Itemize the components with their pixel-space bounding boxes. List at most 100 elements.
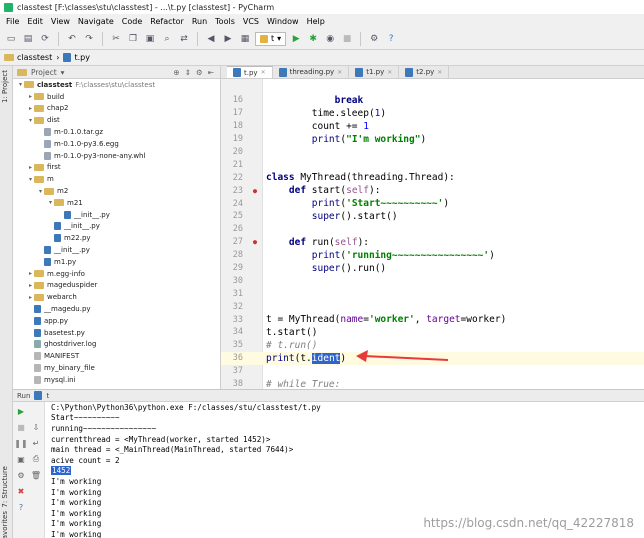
tree-item[interactable]: m22.py (13, 232, 220, 244)
redo-icon[interactable]: ↷ (82, 32, 96, 46)
menu-run[interactable]: Run (188, 17, 211, 26)
tree-item[interactable]: m1.py (13, 256, 220, 268)
menu-vcs[interactable]: VCS (239, 17, 263, 26)
breadcrumb-file[interactable]: t.py (63, 53, 90, 62)
code-line[interactable]: 18 count += 1 (221, 120, 644, 133)
project-side-tab[interactable]: 1: Project (1, 70, 9, 103)
code-line[interactable]: 27 ● def run(self): (221, 236, 644, 249)
code-line[interactable]: 17 time.sleep(1) (221, 107, 644, 120)
tree-item[interactable]: ▸ webarch (13, 291, 220, 303)
tree-item[interactable]: m-0.1.0-py3-none-any.whl (13, 150, 220, 162)
code-line[interactable]: 25 super().start() (221, 210, 644, 223)
forward-icon[interactable]: ▶ (221, 32, 235, 46)
menu-window[interactable]: Window (263, 17, 303, 26)
code-line[interactable]: 32 (221, 300, 644, 313)
tree-item[interactable]: __init__.py (13, 221, 220, 233)
build-icon[interactable]: ▦ (238, 32, 252, 46)
code-line[interactable]: 37 (221, 365, 644, 378)
tree-item[interactable]: ▸ chap2 (13, 103, 220, 115)
soft-wrap-icon[interactable]: ↵ (31, 438, 41, 448)
code-line[interactable]: 21 (221, 158, 644, 171)
expand-arrow-icon[interactable]: ▸ (27, 164, 34, 171)
menu-file[interactable]: File (2, 17, 23, 26)
run-config-select[interactable]: t ▾ (255, 31, 287, 46)
code-line[interactable]: 35 # t.run() (221, 339, 644, 352)
code-editor[interactable]: 16 break 17 time.sleep(1) 18 count += 1 19 … (221, 79, 644, 389)
code-line[interactable]: 20 (221, 146, 644, 159)
collapse-icon[interactable]: ⇕ (185, 68, 191, 77)
menu-edit[interactable]: Edit (23, 17, 47, 26)
tree-item[interactable]: MANIFEST (13, 350, 220, 362)
menu-help[interactable]: Help (303, 17, 329, 26)
expand-arrow-icon[interactable]: ▾ (37, 188, 44, 195)
code-line[interactable]: 34 t.start() (221, 326, 644, 339)
tab-t1-py[interactable]: t1.py ✕ (349, 66, 400, 78)
settings-icon[interactable]: ⚙ (367, 32, 381, 46)
tree-item[interactable]: ▸ build (13, 91, 220, 103)
tree-item[interactable]: m-0.1.0-py3.6.egg (13, 138, 220, 150)
replace-icon[interactable]: ⇄ (177, 32, 191, 46)
help-icon[interactable]: ? (384, 32, 398, 46)
trash-icon[interactable]: 🗑 (31, 470, 41, 480)
open-folder-icon[interactable]: ▭ (4, 32, 18, 46)
code-line[interactable]: 30 (221, 274, 644, 287)
expand-arrow-icon[interactable]: ▾ (17, 81, 24, 88)
target-icon[interactable]: ⊕ (173, 68, 179, 77)
coverage-icon[interactable]: ◉ (323, 32, 337, 46)
code-line[interactable]: 29 super().run() (221, 262, 644, 275)
tree-item[interactable]: ▸ m.egg-info (13, 268, 220, 280)
find-icon[interactable]: ⌕ (160, 32, 174, 46)
tab-threading-py[interactable]: threading.py ✕ (273, 66, 350, 78)
tree-item[interactable]: ▾ m21 (13, 197, 220, 209)
favorites-side-tab[interactable]: Favorites (1, 511, 9, 538)
code-line[interactable]: 31 (221, 287, 644, 300)
code-line[interactable]: 38 # while True: (221, 378, 644, 389)
tree-item[interactable]: __init__.py (13, 209, 220, 221)
code-line[interactable]: 36 print(t.ident) (221, 351, 644, 365)
menu-tools[interactable]: Tools (211, 17, 239, 26)
tree-item[interactable]: my_binary_file (13, 362, 220, 374)
code-line[interactable]: 16 break (221, 94, 644, 107)
stop-icon[interactable]: ■ (340, 32, 354, 46)
breadcrumb-project[interactable]: classtest (4, 53, 52, 62)
gear-icon[interactable]: ⚙ (196, 68, 203, 77)
pin-icon[interactable]: ✖ (16, 486, 26, 496)
menu-code[interactable]: Code (118, 17, 146, 26)
expand-arrow-icon[interactable]: ▸ (27, 282, 34, 289)
hide-icon[interactable]: ⇤ (208, 68, 214, 77)
code-line[interactable]: 22 class MyThread(threading.Thread): (221, 171, 644, 184)
tab-t-py[interactable]: t.py ✕ (227, 66, 273, 78)
pause-icon[interactable]: ❚❚ (14, 438, 27, 448)
close-icon[interactable]: ✕ (387, 69, 392, 76)
code-line[interactable]: 26 (221, 223, 644, 236)
tree-item[interactable]: ▸ mageduspider (13, 280, 220, 292)
tree-item[interactable]: app.py (13, 315, 220, 327)
menu-navigate[interactable]: Navigate (74, 17, 118, 26)
settings-icon[interactable]: ⚙ (16, 470, 26, 480)
expand-arrow-icon[interactable]: ▸ (27, 270, 34, 277)
override-marker-icon[interactable]: ● (251, 238, 259, 246)
restore-layout-icon[interactable]: ▣ (16, 454, 26, 464)
back-icon[interactable]: ◀ (204, 32, 218, 46)
run-icon[interactable]: ▶ (289, 32, 303, 46)
rerun-icon[interactable]: ▶ (16, 406, 26, 416)
tree-item[interactable]: __init__.py (13, 244, 220, 256)
tree-item[interactable]: m-0.1.0.tar.gz (13, 126, 220, 138)
expand-arrow-icon[interactable]: ▸ (27, 93, 34, 100)
tree-item[interactable]: ▾ m2 (13, 185, 220, 197)
tab-t2-py[interactable]: t2.py ✕ (399, 66, 450, 78)
paste-icon[interactable]: ▣ (143, 32, 157, 46)
code-line[interactable]: 19 print("I'm working") (221, 133, 644, 146)
close-icon[interactable]: ✕ (337, 69, 342, 76)
debug-icon[interactable]: ✱ (306, 32, 320, 46)
tree-item[interactable]: ▾ m (13, 173, 220, 185)
code-line[interactable]: 33 t = MyThread(name='worker', target=wor… (221, 313, 644, 326)
menu-view[interactable]: View (47, 17, 74, 26)
help-icon[interactable]: ? (16, 502, 26, 512)
code-line[interactable]: 28 print('running~~~~~~~~~~~~~~~~') (221, 249, 644, 262)
undo-icon[interactable]: ↶ (65, 32, 79, 46)
tree-item[interactable]: basetest.py (13, 327, 220, 339)
expand-arrow-icon[interactable]: ▾ (27, 176, 34, 183)
save-all-icon[interactable]: ▤ (21, 32, 35, 46)
copy-icon[interactable]: ❐ (126, 32, 140, 46)
